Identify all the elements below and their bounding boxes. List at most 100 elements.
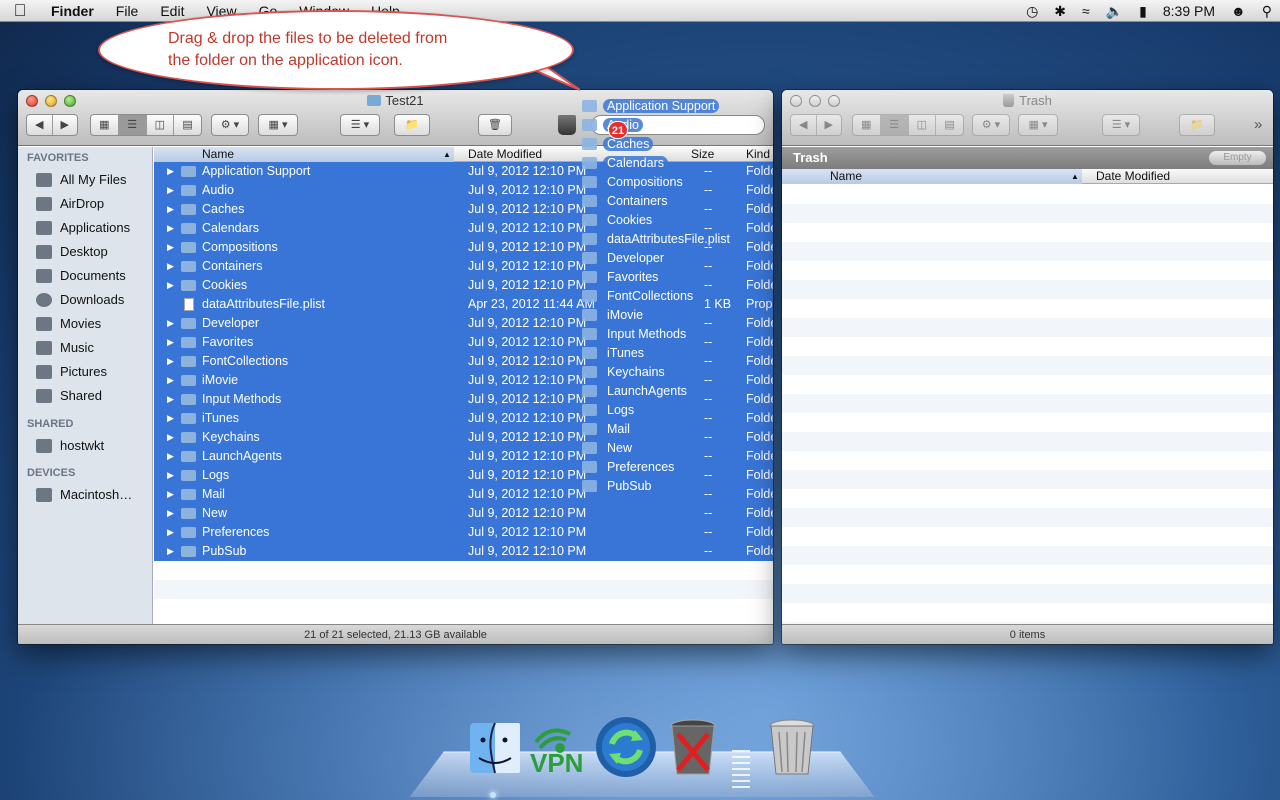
sidebar-item-all-my-files[interactable]: All My Files <box>18 168 152 192</box>
disclosure-triangle-icon[interactable]: ▶ <box>167 352 174 371</box>
trash-view-switcher[interactable]: ▦ ☰ ◫ ▤ <box>852 114 964 136</box>
table-row[interactable]: ▶ New Jul 9, 2012 12:10 PM -- Folder <box>154 504 773 523</box>
sort-ascending-icon: ▲ <box>1071 172 1079 181</box>
empty-row <box>154 599 773 618</box>
empty-trash-button[interactable]: Empty <box>1209 151 1266 165</box>
disclosure-triangle-icon[interactable]: ▶ <box>167 257 174 276</box>
cell-name: Audio <box>202 183 234 197</box>
disclosure-triangle-icon[interactable]: ▶ <box>167 219 174 238</box>
view-switcher[interactable]: ▦ ☰ ◫ ▤ <box>90 114 202 136</box>
back-forward-buttons[interactable]: ◀ ▶ <box>26 114 78 136</box>
disclosure-triangle-icon[interactable]: ▶ <box>167 485 174 504</box>
disclosure-triangle-icon[interactable]: ▶ <box>167 390 174 409</box>
cell-name: iTunes <box>202 411 240 425</box>
disclosure-triangle-icon[interactable]: ▶ <box>167 371 174 390</box>
cell-kind: Folder <box>746 373 773 387</box>
app-trash-dock-icon[interactable] <box>668 718 724 776</box>
delete-button[interactable]: 🗑 <box>478 114 512 136</box>
disclosure-triangle-icon[interactable]: ▶ <box>167 542 174 561</box>
disclosure-triangle-icon[interactable]: ▶ <box>167 314 174 333</box>
disclosure-triangle-icon[interactable]: ▶ <box>167 238 174 257</box>
table-row[interactable]: ▶ Keychains Jul 9, 2012 12:10 PM -- Folder <box>154 428 773 447</box>
disclosure-triangle-icon[interactable]: ▶ <box>167 181 174 200</box>
vpn-dock-icon[interactable]: VPN <box>530 720 586 778</box>
disclosure-triangle-icon[interactable]: ▶ <box>167 333 174 352</box>
trash-back-forward-buttons[interactable]: ◀ ▶ <box>790 114 842 136</box>
column-date[interactable]: Date Modified <box>468 147 542 162</box>
sidebar-item-applications[interactable]: Applications <box>18 216 152 240</box>
sidebar-item-pictures[interactable]: Pictures <box>18 360 152 384</box>
folder-icon <box>582 423 597 435</box>
toolbar-overflow-icon[interactable]: » <box>1254 116 1262 133</box>
table-row[interactable]: ▶ Caches Jul 9, 2012 12:10 PM -- Folder <box>154 200 773 219</box>
coverflow-view-icon: ▤ <box>944 119 955 131</box>
disclosure-triangle-icon[interactable]: ▶ <box>167 523 174 542</box>
trash-share-button[interactable]: ☰ ▾ <box>1102 114 1140 136</box>
disclosure-triangle-icon[interactable]: ▶ <box>167 162 174 181</box>
drag-ghost-label: New <box>603 441 637 455</box>
table-row[interactable]: ▶ Mail Jul 9, 2012 12:10 PM -- Folder <box>154 485 773 504</box>
trash-new-folder-button[interactable]: 📁 <box>1179 114 1215 136</box>
bluetooth-icon[interactable]: ✱ <box>1046 3 1074 20</box>
action-menu-button[interactable]: ⚙ ▾ <box>211 114 249 136</box>
hard-disk-icon <box>36 488 52 502</box>
battery-icon[interactable]: ▮ <box>1131 3 1155 20</box>
disclosure-triangle-icon[interactable]: ▶ <box>167 409 174 428</box>
drag-ghost-label: Caches <box>603 137 654 151</box>
sidebar-item-music[interactable]: Music <box>18 336 152 360</box>
column-kind[interactable]: Kind <box>746 147 770 162</box>
trash-action-button[interactable]: ⚙ ▾ <box>972 114 1010 136</box>
disclosure-triangle-icon[interactable]: ▶ <box>167 447 174 466</box>
sidebar-item-documents[interactable]: Documents <box>18 264 152 288</box>
trash-column-date[interactable]: Date Modified <box>1096 169 1170 184</box>
folder-icon <box>582 252 597 264</box>
apple-menu-icon[interactable]:  <box>0 1 40 21</box>
trash-arrange-button[interactable]: ▦ ▾ <box>1018 114 1058 136</box>
table-row[interactable]: ▶ PubSub Jul 9, 2012 12:10 PM -- Folder <box>154 542 773 561</box>
app-trash-icon[interactable] <box>558 115 576 135</box>
trash-column-name[interactable]: Name <box>830 169 862 184</box>
column-size[interactable]: Size <box>691 147 714 162</box>
sidebar-item-shared[interactable]: Shared <box>18 384 152 408</box>
sidebar-item-downloads[interactable]: Downloads <box>18 288 152 312</box>
trash-dock-icon[interactable] <box>767 718 823 776</box>
column-name[interactable]: Name <box>202 147 234 162</box>
sidebar-item-movies[interactable]: Movies <box>18 312 152 336</box>
share-button[interactable]: ☰ ▾ <box>340 114 380 136</box>
table-row[interactable]: ▶ FontCollections Jul 9, 2012 12:10 PM -- Fo… <box>154 352 773 371</box>
table-row[interactable]: ▶ iTunes Jul 9, 2012 12:10 PM -- Folder <box>154 409 773 428</box>
cell-size: -- <box>704 506 713 520</box>
folder-icon <box>181 276 196 297</box>
table-row[interactable]: ▶ Preferences Jul 9, 2012 12:10 PM -- Folder <box>154 523 773 542</box>
cell-date: Jul 9, 2012 12:10 PM <box>468 221 587 235</box>
new-folder-button[interactable]: 📁 <box>394 114 430 136</box>
sync-dock-icon[interactable] <box>595 716 657 778</box>
folder-icon <box>582 271 597 283</box>
sidebar-item-macintosh-hd[interactable]: Macintosh… <box>18 483 152 507</box>
menu-app-name[interactable]: Finder <box>40 0 105 22</box>
sidebar-item-desktop[interactable]: Desktop <box>18 240 152 264</box>
menu-clock[interactable]: 8:39 PM <box>1155 3 1223 19</box>
volume-icon[interactable]: 🔈 <box>1098 3 1131 20</box>
arrange-button[interactable]: ▦ ▾ <box>258 114 298 136</box>
spotlight-icon[interactable]: ⚲ <box>1254 3 1280 20</box>
drag-ghost-item: dataAttributesFile.plist <box>582 230 734 248</box>
documents-icon <box>36 269 52 283</box>
disclosure-triangle-icon[interactable]: ▶ <box>167 466 174 485</box>
user-icon[interactable]: ☻ <box>1223 3 1254 19</box>
disclosure-triangle-icon[interactable]: ▶ <box>167 200 174 219</box>
wifi-icon[interactable]: ≈ <box>1074 3 1098 19</box>
time-machine-icon[interactable]: ◷ <box>1018 3 1046 20</box>
menu-file[interactable]: File <box>105 0 150 22</box>
disclosure-triangle-icon[interactable]: ▶ <box>167 276 174 295</box>
disclosure-triangle-icon[interactable]: ▶ <box>167 504 174 523</box>
sidebar-item-airdrop[interactable]: AirDrop <box>18 192 152 216</box>
table-row[interactable]: ▶ LaunchAgents Jul 9, 2012 12:10 PM -- Folde… <box>154 447 773 466</box>
cell-size: -- <box>704 316 713 330</box>
sidebar-item-hostwkt[interactable]: hostwkt <box>18 434 152 458</box>
table-row[interactable]: ▶ Containers Jul 9, 2012 12:10 PM -- Folder <box>154 257 773 276</box>
cell-date: Jul 9, 2012 12:10 PM <box>468 411 587 425</box>
disclosure-triangle-icon[interactable]: ▶ <box>167 428 174 447</box>
finder-dock-icon[interactable] <box>467 720 523 778</box>
table-row[interactable]: ▶ Logs Jul 9, 2012 12:10 PM -- Folder <box>154 466 773 485</box>
